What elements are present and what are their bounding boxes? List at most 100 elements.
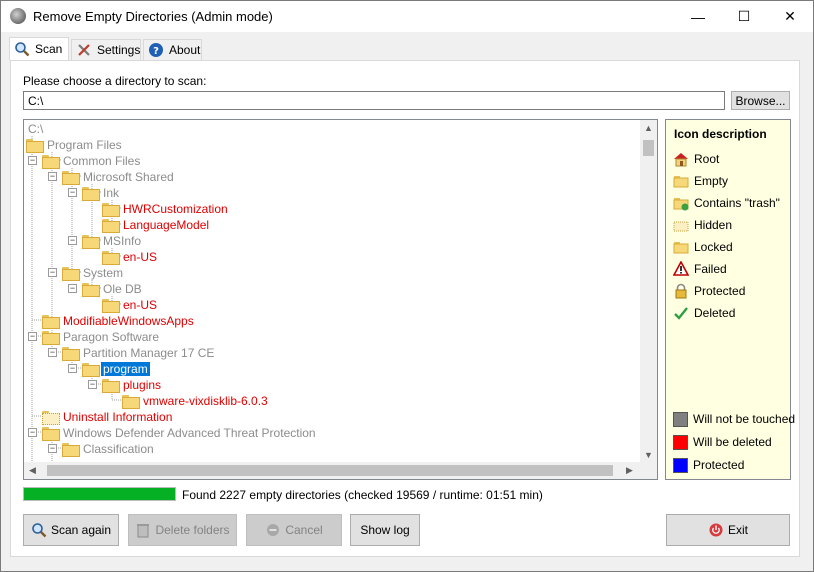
tree-node[interactable]: Windows Defender Advanced Threat Protect… <box>42 425 318 441</box>
tree-expander[interactable]: − <box>28 156 37 165</box>
scan-again-button[interactable]: Scan again <box>23 514 119 546</box>
icon-description-panel: Icon description Root Empty Contains "tr… <box>665 119 795 480</box>
legend-label: Protected <box>693 458 745 472</box>
tree-expander[interactable]: − <box>48 268 57 277</box>
help-icon: ? <box>148 42 164 58</box>
folder-icon <box>102 219 120 233</box>
directory-path-input[interactable] <box>23 91 725 110</box>
show-log-button[interactable]: Show log <box>350 514 420 546</box>
folder-icon <box>62 443 80 457</box>
tree-expander[interactable]: − <box>48 348 57 357</box>
tree-node[interactable]: en-US <box>102 297 159 313</box>
tree-node[interactable]: Program Files <box>26 137 124 153</box>
tree-horizontal-scrollbar[interactable]: ◀ ▶ <box>24 462 640 479</box>
scrollbar-corner <box>640 462 657 479</box>
folder-icon <box>82 187 100 201</box>
legend-item-hidden: Hidden <box>673 217 732 233</box>
tab-about[interactable]: ? About <box>143 39 202 60</box>
scroll-right-icon[interactable]: ▶ <box>626 465 633 476</box>
tree-node[interactable]: Classification <box>62 441 156 457</box>
tree-node[interactable]: plugins <box>102 377 163 393</box>
tree-expander[interactable]: − <box>68 236 77 245</box>
tree-expander[interactable]: − <box>48 172 57 181</box>
tree-expander[interactable]: − <box>68 284 77 293</box>
tree-node[interactable]: Paragon Software <box>42 329 161 345</box>
tree-node-label: HWRCustomization <box>123 202 228 216</box>
tree-node[interactable]: Microsoft Shared <box>62 169 176 185</box>
folder-icon <box>42 155 60 169</box>
legend-label: Locked <box>694 240 733 254</box>
tree-vertical-scrollbar[interactable]: ▲ ▼ <box>640 120 657 463</box>
red-swatch <box>673 434 688 450</box>
directory-tree[interactable]: − − − − − − − − − − − − C:\ Program File… <box>23 119 658 480</box>
tree-expander[interactable]: − <box>68 188 77 197</box>
empty-folder-icon <box>673 173 689 189</box>
delete-folders-button[interactable]: Delete folders <box>128 514 237 546</box>
maximize-button[interactable]: ☐ <box>721 1 767 32</box>
legend-label: Failed <box>694 262 727 276</box>
tree-node[interactable]: MSInfo <box>82 233 143 249</box>
root-house-icon <box>673 151 689 167</box>
minimize-button[interactable]: — <box>675 1 721 32</box>
browse-button[interactable]: Browse... <box>731 91 790 110</box>
tab-scan[interactable]: Scan <box>9 37 69 60</box>
power-icon <box>708 522 724 538</box>
legend-item-trash: Contains "trash" <box>673 195 780 211</box>
exit-button[interactable]: Exit <box>666 514 790 546</box>
legend-item-locked: Locked <box>673 239 733 255</box>
tree-node-label: vmware-vixdisklib-6.0.3 <box>143 394 268 408</box>
legend-item-empty: Empty <box>673 173 728 189</box>
legend-label: Contains "trash" <box>694 196 780 210</box>
folder-icon <box>26 139 44 153</box>
tree-expander[interactable]: − <box>88 380 97 389</box>
tree-node-label: Ole DB <box>103 282 142 296</box>
tree-node[interactable]: Ole DB <box>82 281 144 297</box>
main-window: Remove Empty Directories (Admin mode) — … <box>0 0 814 572</box>
legend-label: Deleted <box>694 306 736 320</box>
tree-node[interactable]: vmware-vixdisklib-6.0.3 <box>122 393 270 409</box>
tree-expander[interactable]: − <box>68 364 77 373</box>
scroll-down-icon[interactable]: ▼ <box>644 450 653 460</box>
tree-vertical-scroll-thumb[interactable] <box>643 140 654 156</box>
scan-status-text: Found 2227 empty directories (checked 19… <box>182 488 543 502</box>
tree-node-selected[interactable]: program <box>82 361 150 377</box>
tree-node[interactable]: Partition Manager 17 CE <box>62 345 216 361</box>
tree-expander[interactable]: − <box>28 332 37 341</box>
folder-icon <box>42 315 60 329</box>
folder-icon <box>82 363 100 377</box>
cancel-button[interactable]: Cancel <box>246 514 342 546</box>
tab-settings-label: Settings <box>97 43 141 57</box>
tree-node-label: C:\ <box>28 122 44 136</box>
locked-folder-icon <box>673 239 689 255</box>
legend-item-failed: Failed <box>672 260 727 277</box>
tab-about-label: About <box>169 43 201 57</box>
folder-icon <box>102 251 120 265</box>
tree-expander[interactable]: − <box>28 428 37 437</box>
app-icon <box>10 8 26 24</box>
tree-horizontal-scroll-thumb[interactable] <box>47 465 613 476</box>
tree-node-label: plugins <box>123 378 162 392</box>
tree-expander[interactable]: − <box>48 444 57 453</box>
tree-node-label: Partition Manager 17 CE <box>83 346 215 360</box>
tree-node[interactable]: C:\ <box>26 121 45 137</box>
scroll-left-icon[interactable]: ◀ <box>29 465 36 476</box>
checkmark-icon <box>673 305 689 321</box>
tree-node[interactable]: Common Files <box>42 153 142 169</box>
folder-icon <box>42 427 60 441</box>
tree-node[interactable]: Ink <box>82 185 121 201</box>
tree-node[interactable]: HWRCustomization <box>102 201 230 217</box>
close-button[interactable]: ✕ <box>767 1 813 32</box>
tree-node-label: program <box>101 362 150 376</box>
tab-settings[interactable]: Settings <box>71 39 141 60</box>
tree-node[interactable]: en-US <box>102 249 159 265</box>
choose-directory-label: Please choose a directory to scan: <box>23 74 207 88</box>
legend-label: Empty <box>694 174 729 188</box>
tree-node[interactable]: LanguageModel <box>102 217 211 233</box>
scroll-up-icon[interactable]: ▲ <box>644 123 653 133</box>
tree-node-label: ModifiableWindowsApps <box>63 314 194 328</box>
svg-text:?: ? <box>153 46 159 57</box>
tree-node[interactable]: Uninstall Information <box>42 409 174 425</box>
tree-node[interactable]: ModifiableWindowsApps <box>42 313 196 329</box>
folder-icon <box>62 171 80 185</box>
tree-node[interactable]: System <box>62 265 125 281</box>
